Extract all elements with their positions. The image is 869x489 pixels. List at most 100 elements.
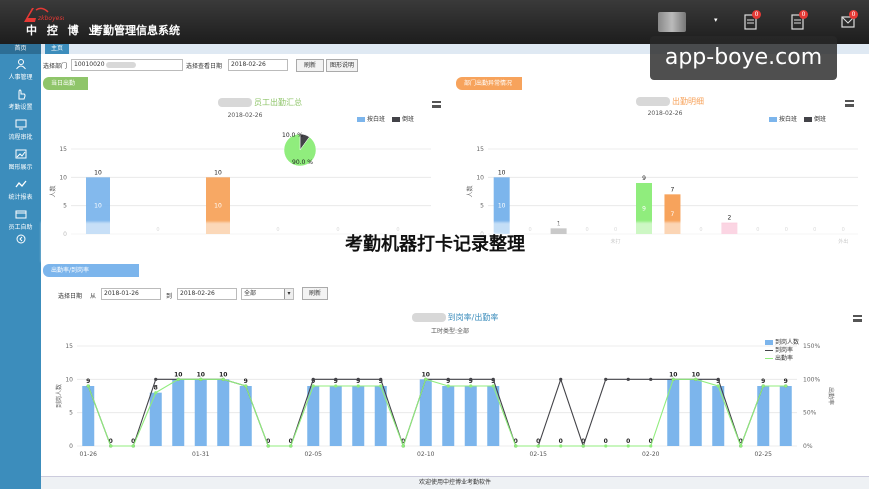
range-refresh-button[interactable]: 刷新 [302, 287, 328, 300]
sidebar-item-hr[interactable]: 人事管理 [0, 54, 41, 84]
y2-tick-label: 100% [803, 376, 820, 383]
chart-legend-button[interactable]: 图形说明 [326, 59, 358, 72]
series-line-arrival-rate-point [491, 377, 495, 381]
series-line-attendance-rate-point [356, 384, 360, 388]
series-line-arrival-rate-point [356, 377, 360, 381]
bar [712, 386, 725, 446]
series-line-arrival-rate-point [649, 377, 653, 381]
sidebar-item-label: 员工自助 [8, 224, 33, 231]
right-panel-date: 2018-02-26 [647, 110, 683, 117]
series-line-attendance-rate-point [424, 377, 428, 381]
sidebar-item-self-service[interactable]: 员工自助 [0, 204, 41, 234]
sidebar-item-attendance-settings[interactable]: 考勤设置 [0, 84, 41, 114]
series-line-attendance-rate-point [311, 384, 315, 388]
panel-tag-today: 当日出勤 [43, 77, 88, 90]
range-to-input[interactable]: 2018-02-26 [177, 288, 237, 300]
bar-data-label: 0 [604, 438, 608, 445]
user-avatar[interactable] [658, 12, 686, 32]
y-tick-label: 5 [480, 203, 484, 210]
y-tick-label: 15 [65, 343, 73, 350]
bar [667, 379, 680, 446]
notification-badge: 0 [799, 10, 808, 19]
bar-data-label: 0 [559, 438, 563, 445]
tab-home[interactable]: 主页 [45, 44, 70, 54]
series-line-attendance-rate-point [109, 444, 113, 448]
sidebar-home[interactable]: 首页 [0, 44, 41, 54]
x-tick-label: 02-20 [642, 451, 660, 458]
bar [172, 379, 185, 446]
series-line-arrival-rate-point [446, 377, 450, 381]
range-from-label: 从 [90, 293, 97, 300]
series-line-attendance-rate-point [536, 444, 540, 448]
bar-data-label: 10 [214, 169, 222, 176]
y-tick-label: 5 [63, 203, 67, 210]
bar-data-label: 10 [219, 371, 227, 378]
series-line-arrival-rate-point [334, 377, 338, 381]
user-menu-caret-icon[interactable]: ▾ [714, 16, 718, 24]
dept-value: 10010020 [74, 61, 105, 68]
series-line-attendance-rate-point [154, 391, 158, 395]
bar [352, 386, 365, 446]
series-line-attendance-rate-point [469, 384, 473, 388]
series-line-arrival-rate-point [379, 377, 383, 381]
refresh-button[interactable]: 刷新 [296, 59, 324, 72]
series-line-attendance-rate-point [559, 444, 563, 448]
bar-inner-label: 7 [671, 211, 675, 218]
bar [329, 386, 342, 446]
image-icon [15, 149, 26, 159]
sidebar-collapse[interactable] [0, 234, 41, 264]
bar [442, 386, 455, 446]
bar-data-label: 7 [671, 186, 675, 193]
series-line-attendance-rate-point [86, 384, 90, 388]
y-tick-label: 10 [59, 174, 67, 181]
bar-data-label: 10 [197, 371, 205, 378]
scope-select[interactable]: 全部 ▾ [241, 288, 294, 300]
series-line-attendance-rate-point [379, 384, 383, 388]
notification-badge: 0 [849, 10, 858, 19]
series-line-attendance-rate-point [784, 384, 788, 388]
right-chart-menu-icon[interactable] [845, 100, 854, 107]
bar [757, 386, 770, 446]
x-tick-label: 02-25 [755, 451, 773, 458]
series-line-attendance-rate-point [626, 444, 630, 448]
date-input[interactable]: 2018-02-26 [228, 59, 288, 71]
bar-data-label: 9 [86, 378, 90, 385]
left-chart-menu-icon[interactable] [432, 101, 441, 108]
series-line-attendance-rate-point [244, 384, 248, 388]
left-panel-date: 2018-02-26 [227, 112, 263, 119]
sidebar-item-approval[interactable]: 流程审批 [0, 114, 41, 144]
sidebar-item-charts[interactable]: 图形展示 [0, 144, 41, 174]
bar-data-label: 10 [498, 169, 506, 176]
series-line-attendance-rate-point [739, 444, 743, 448]
bar-inner-label: 10 [214, 203, 222, 210]
range-label: 选择日期 [58, 293, 83, 300]
series-line-attendance-rate-point [266, 444, 270, 448]
y-tick-label: 10 [65, 376, 73, 383]
bottom-chart-menu-icon[interactable] [853, 315, 862, 322]
sidebar-item-label: 考勤设置 [8, 104, 33, 111]
dept-select[interactable]: 10010020 [71, 59, 183, 71]
series-line-arrival-rate-point [469, 377, 473, 381]
video-caption: 考勤机器打卡记录整理 [345, 234, 525, 255]
bar [194, 379, 207, 446]
bar-data-label: 0 [626, 438, 630, 445]
bar [419, 379, 432, 446]
bar-inner-label: 10 [498, 203, 506, 210]
series-line-attendance-rate-point [694, 377, 698, 381]
series-line-attendance-rate-point [761, 384, 765, 388]
range-from-input[interactable]: 2018-01-26 [101, 288, 161, 300]
bar-data-label: 9 [244, 378, 248, 385]
sidebar-item-reports[interactable]: 统计报表 [0, 174, 41, 204]
bar-data-label: 10 [174, 371, 182, 378]
range-to-label: 到 [166, 293, 173, 300]
chevron-down-icon[interactable]: ▾ [284, 289, 293, 299]
system-title: 考勤管理信息系统 [92, 24, 180, 37]
y-tick-label: 10 [476, 174, 484, 181]
bar-data-label: 10 [692, 371, 700, 378]
footer: 欢迎使用中控博业考勤软件 [41, 476, 869, 489]
bar-data-label: 8 [154, 385, 158, 392]
scope-value: 全部 [244, 290, 257, 297]
dept-label: 选择部门 [43, 63, 68, 70]
y-axis-label: 到岗人数 [55, 384, 63, 408]
bar [82, 386, 95, 446]
